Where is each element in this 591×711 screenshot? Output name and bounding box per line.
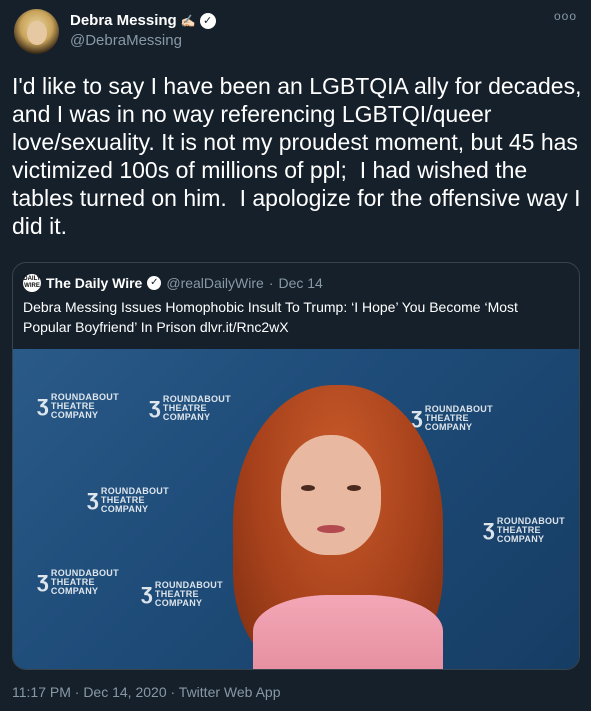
subject-eyes xyxy=(301,485,361,491)
quoted-tweet-text: Debra Messing Issues Homophobic Insult T… xyxy=(23,299,518,335)
tweet-timestamp[interactable]: 11:17 PM · Dec 14, 2020 · Twitter Web Ap… xyxy=(12,684,280,700)
backdrop-logo: ʒ ROUNDABOUT THEATRE COMPANY xyxy=(483,515,565,544)
subject-lips xyxy=(317,525,345,533)
quoted-author-handle: @realDailyWire xyxy=(166,275,264,291)
quoted-date: Dec 14 xyxy=(278,275,323,291)
subject-face xyxy=(281,435,381,555)
author-handle[interactable]: @DebraMessing xyxy=(70,32,182,49)
tweet-text: I'd like to say I have been an LGBTQIA a… xyxy=(12,73,588,239)
quoted-tweet[interactable]: DAILY WIRE The Daily Wire ✓ @realDailyWi… xyxy=(12,262,580,670)
tweet: Debra Messing ✍🏻 ✓ @DebraMessing ooo I'd… xyxy=(0,0,591,711)
subject-blouse xyxy=(253,595,443,669)
daily-wire-logo-icon: DAILY WIRE xyxy=(23,274,41,292)
quoted-author-name: The Daily Wire xyxy=(46,275,143,291)
backdrop-logo: ʒ ROUNDABOUT THEATRE COMPANY xyxy=(141,579,223,608)
quoted-separator: · xyxy=(268,275,274,291)
quoted-tweet-image[interactable]: ʒ ROUNDABOUT THEATRE COMPANY ʒ ROUNDABOUT T… xyxy=(13,349,579,669)
author-name-row: Debra Messing ✍🏻 ✓ xyxy=(70,12,216,29)
verified-icon: ✓ xyxy=(147,276,162,290)
backdrop-logo: ʒ ROUNDABOUT THEATRE COMPANY xyxy=(37,391,119,420)
avatar[interactable] xyxy=(14,9,59,54)
author-name[interactable]: Debra Messing xyxy=(70,12,177,29)
photo-subject xyxy=(213,375,463,669)
quoted-tweet-header: DAILY WIRE The Daily Wire ✓ @realDailyWi… xyxy=(23,274,323,292)
writing-hand-emoji: ✍🏻 xyxy=(180,13,196,28)
backdrop-logo: ʒ ROUNDABOUT THEATRE COMPANY xyxy=(37,567,119,596)
avatar-face xyxy=(27,21,47,45)
more-options-icon[interactable]: ooo xyxy=(554,9,577,23)
verified-icon: ✓ xyxy=(199,12,216,29)
backdrop-logo: ʒ ROUNDABOUT THEATRE COMPANY xyxy=(87,485,169,514)
